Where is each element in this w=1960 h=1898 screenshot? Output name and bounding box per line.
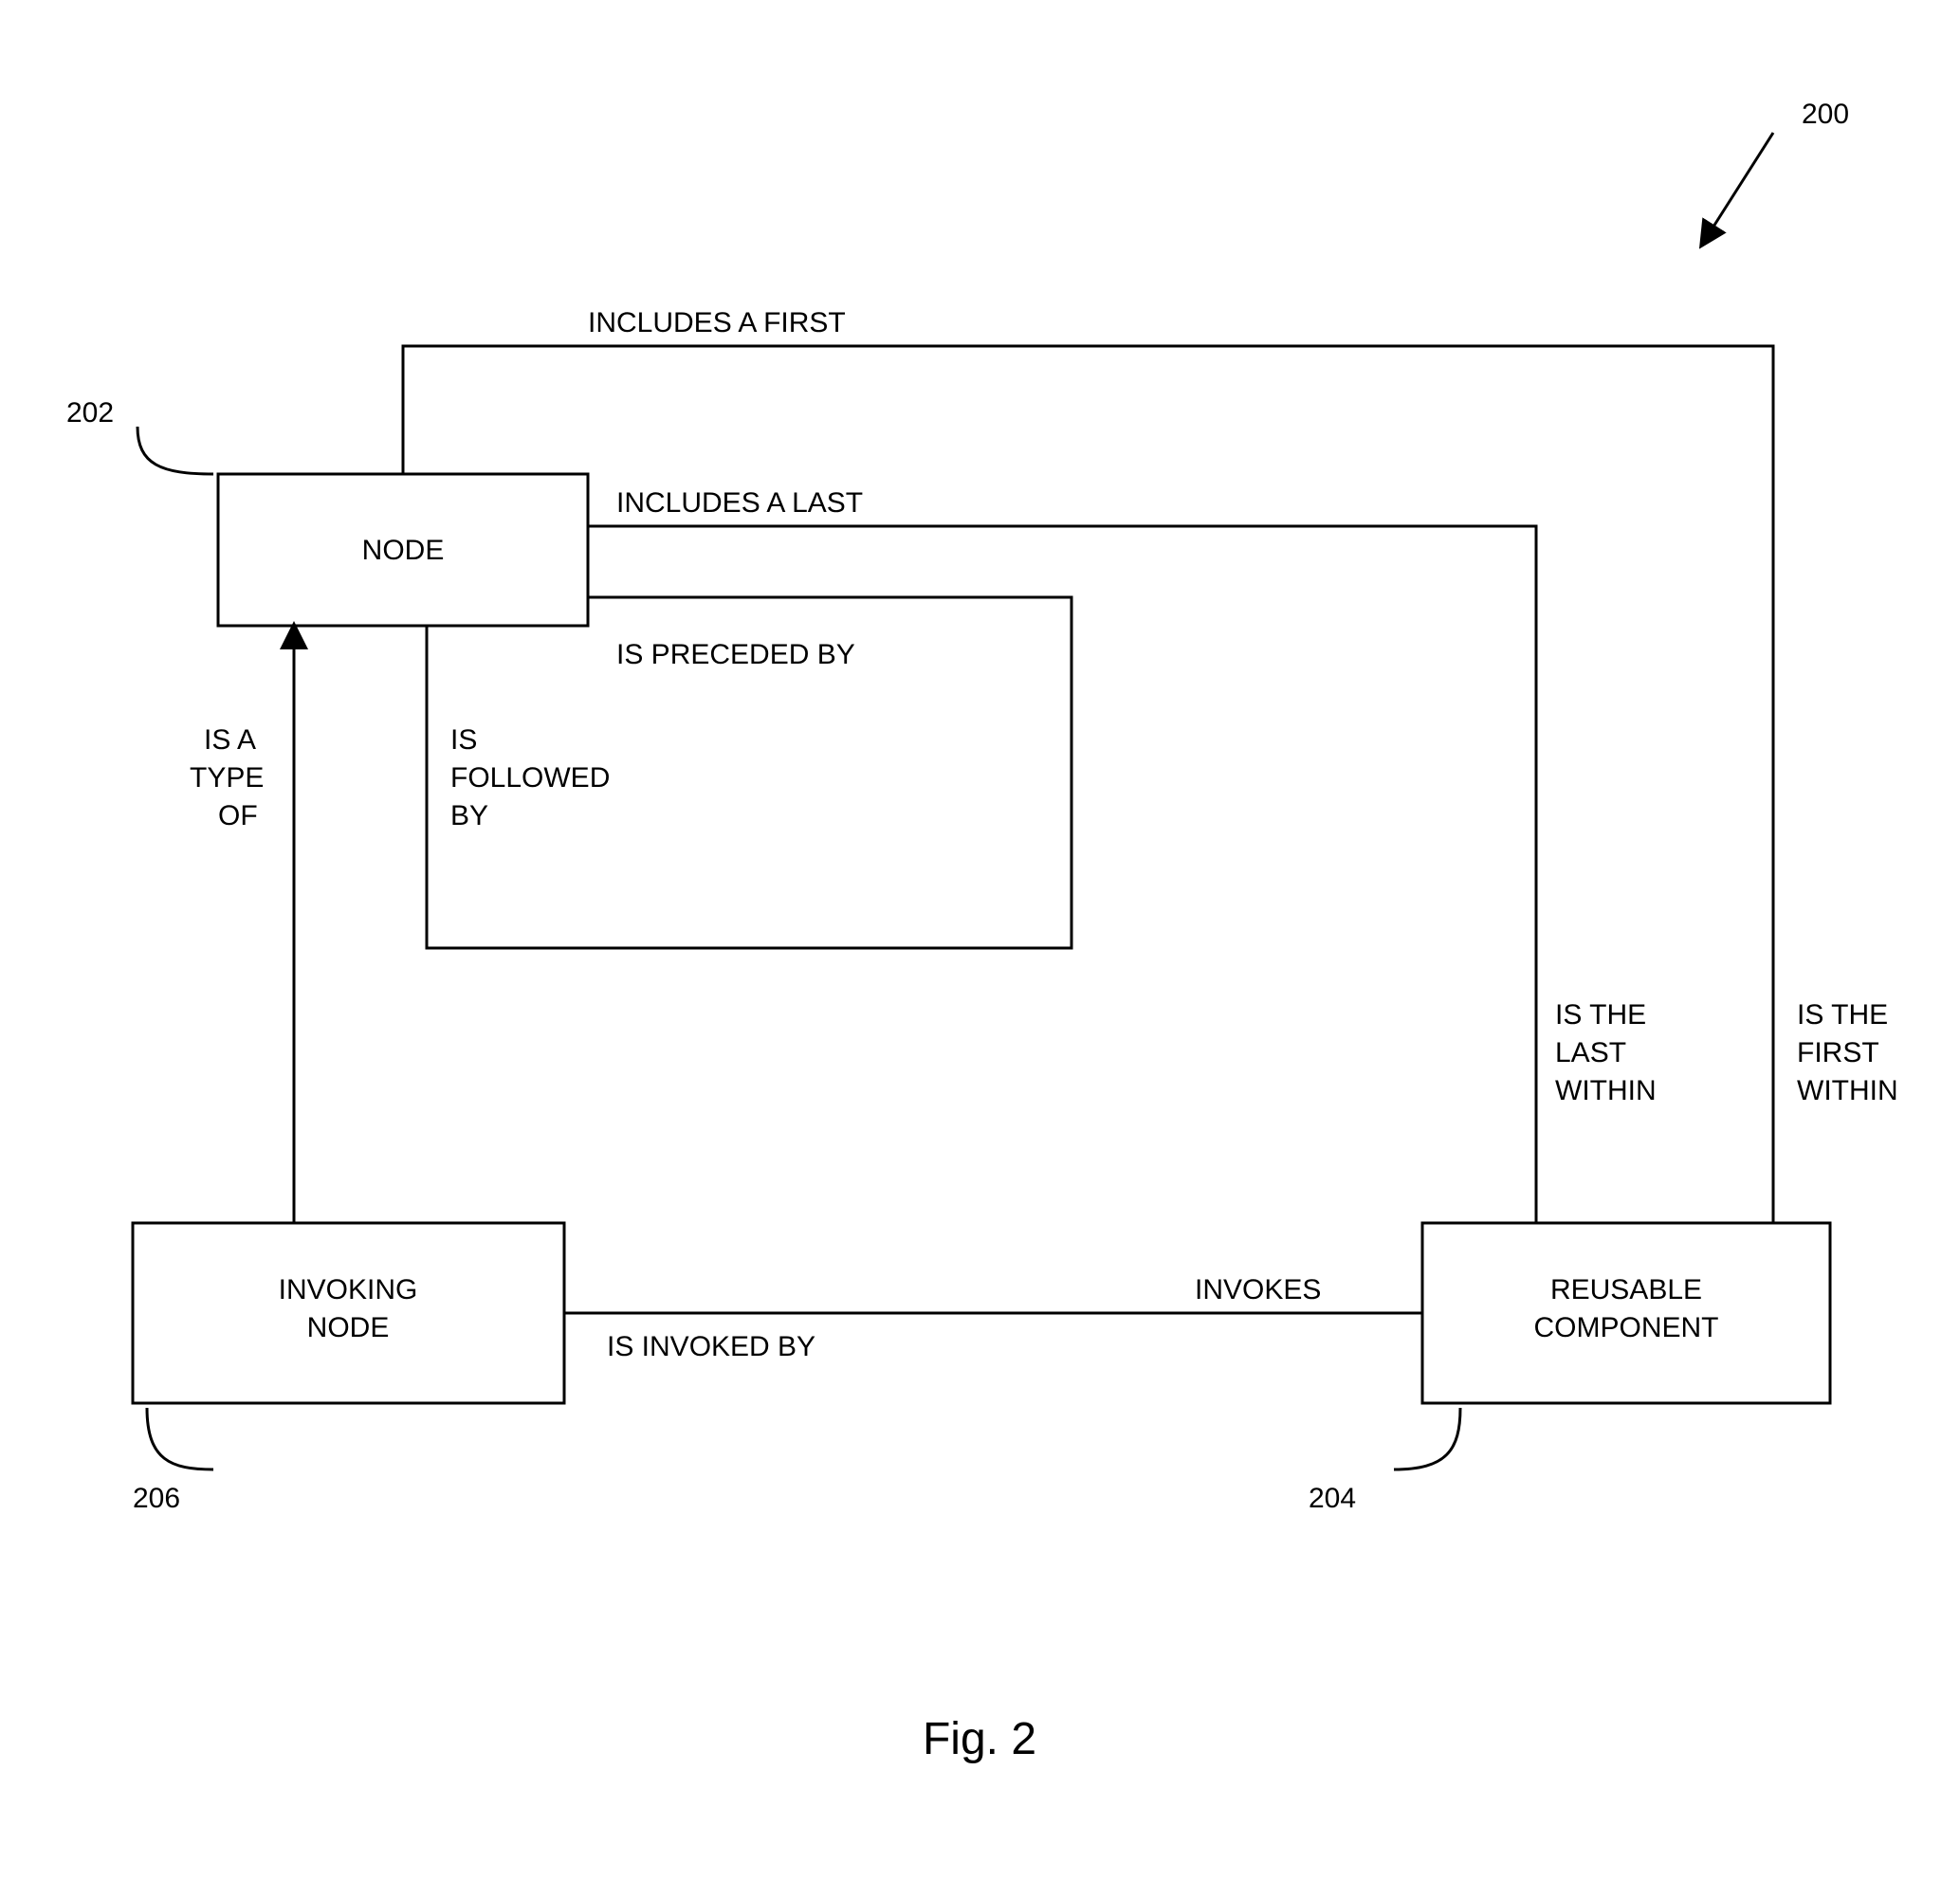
edge-followed-l3: BY: [450, 800, 488, 831]
edge-followed-l2: FOLLOWED: [450, 762, 610, 794]
edge-is-a-type-of-l3: OF: [218, 800, 258, 831]
invoking-node-l2: NODE: [307, 1312, 390, 1343]
edge-preceded-label: IS PRECEDED BY: [616, 639, 855, 670]
edge-includes-first: INCLUDES A FIRST IS THE FIRST WITHIN: [403, 307, 1898, 1223]
reusable-l2: COMPONENT: [1534, 1312, 1719, 1343]
node-box: NODE: [218, 474, 588, 626]
edge-first-within-l2: FIRST: [1797, 1037, 1879, 1068]
figure-caption: Fig. 2: [923, 1714, 1036, 1764]
ref-206-label: 206: [133, 1483, 180, 1514]
edge-invoked-by-label: IS INVOKED BY: [607, 1331, 815, 1362]
edge-includes-last-label: INCLUDES A LAST: [616, 487, 863, 519]
edge-first-within-l1: IS THE: [1797, 999, 1888, 1031]
edge-is-a-type-of: IS A TYPE OF: [190, 635, 294, 1223]
edge-followed-l1: IS: [450, 724, 477, 756]
edge-first-within-l3: WITHIN: [1797, 1075, 1898, 1106]
edge-preceded-followed: IS PRECEDED BY IS FOLLOWED BY: [427, 597, 1072, 948]
ref-202-label: 202: [66, 397, 114, 429]
edge-last-within-l1: IS THE: [1555, 999, 1646, 1031]
ref-202: 202: [66, 397, 213, 474]
ref-200-label: 200: [1802, 99, 1849, 130]
edge-is-a-type-of-l2: TYPE: [190, 762, 264, 794]
invoking-node-box: INVOKING NODE: [133, 1223, 564, 1403]
diagram-figure-2: 200 NODE 202 INVOKING NODE 206 REUSABLE …: [0, 0, 1960, 1898]
invoking-node-l1: INVOKING: [279, 1274, 418, 1305]
reusable-component-box: REUSABLE COMPONENT: [1422, 1223, 1830, 1403]
edge-last-within-l3: WITHIN: [1555, 1075, 1657, 1106]
edge-invokes-label: INVOKES: [1195, 1274, 1321, 1305]
edge-last-within-l2: LAST: [1555, 1037, 1626, 1068]
reusable-l1: REUSABLE: [1550, 1274, 1702, 1305]
ref-206: 206: [133, 1408, 213, 1514]
ref-204: 204: [1309, 1408, 1460, 1514]
edge-includes-first-label: INCLUDES A FIRST: [588, 307, 846, 338]
ref-204-label: 204: [1309, 1483, 1356, 1514]
ref-200: 200: [1707, 99, 1849, 237]
edge-invokes: INVOKES IS INVOKED BY: [564, 1274, 1422, 1362]
edge-is-a-type-of-l1: IS A: [204, 724, 256, 756]
node-label: NODE: [362, 535, 445, 566]
